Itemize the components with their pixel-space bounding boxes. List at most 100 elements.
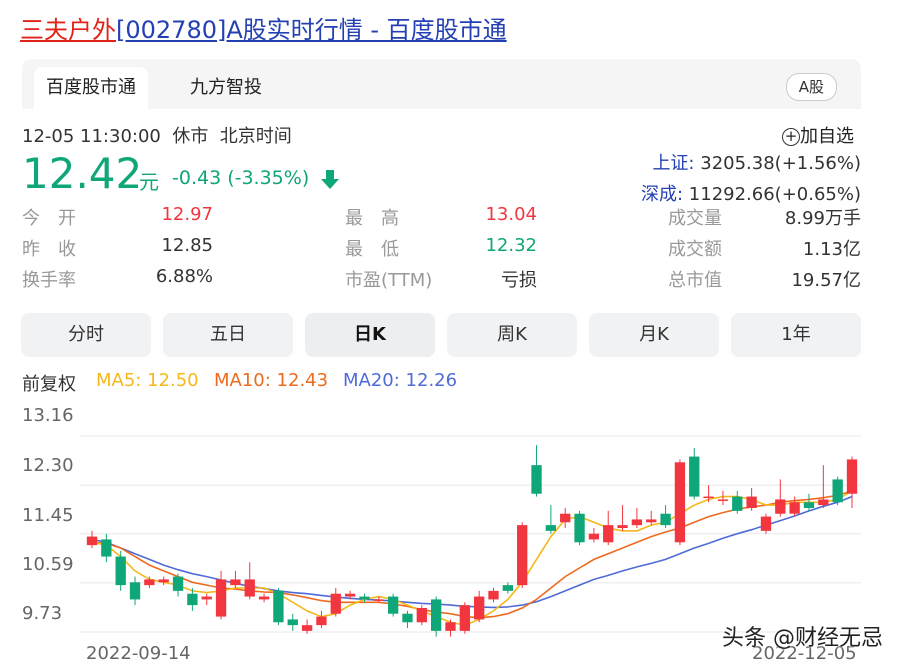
candle: [588, 528, 600, 543]
candle-body: [344, 593, 356, 597]
candle-body: [459, 605, 470, 631]
candle: [101, 533, 112, 563]
candle-body: [517, 525, 528, 586]
candle: [617, 505, 628, 531]
candle: [201, 593, 212, 606]
candle-body: [101, 539, 112, 557]
candle: [545, 505, 557, 534]
candle-body: [646, 519, 657, 523]
candle: [273, 588, 284, 626]
candle-body: [287, 619, 298, 626]
candle: [402, 610, 413, 628]
candle: [846, 456, 858, 508]
candle-body: [818, 499, 829, 506]
candle: [144, 576, 155, 588]
candle-body: [172, 576, 184, 591]
candle-body: [502, 585, 514, 591]
candle-body: [301, 625, 313, 631]
candle-body: [717, 499, 729, 501]
candle: [832, 476, 843, 506]
candle: [646, 510, 657, 526]
candle: [129, 576, 141, 606]
candle: [803, 493, 815, 511]
candle: [660, 505, 671, 528]
x-axis-start-label: 2022-09-14: [86, 643, 191, 664]
candle-body: [144, 579, 155, 586]
candle-body: [402, 613, 413, 623]
candle-body: [373, 599, 384, 601]
candle-body: [416, 608, 427, 623]
candle-body: [215, 579, 227, 617]
candle-body: [86, 536, 98, 546]
candle: [258, 593, 270, 603]
candle: [430, 596, 442, 637]
candle: [330, 588, 341, 617]
candle-body: [703, 496, 714, 499]
candle: [631, 508, 643, 528]
candle: [158, 576, 169, 586]
candle: [172, 573, 184, 597]
candle-body: [775, 499, 786, 514]
candle-body: [430, 599, 442, 631]
candle-body: [732, 496, 743, 511]
candle-body: [603, 525, 614, 543]
candle: [459, 602, 470, 634]
candle: [818, 465, 829, 508]
candlestick-chart[interactable]: [0, 0, 911, 668]
candle: [244, 562, 255, 600]
candle-body: [474, 596, 485, 620]
candle-body: [488, 590, 499, 600]
candle-body: [846, 459, 858, 494]
candle-body: [201, 596, 212, 600]
candle: [746, 488, 757, 511]
candle-body: [803, 502, 815, 508]
candle: [445, 619, 456, 637]
candle: [316, 610, 327, 628]
candle-body: [330, 593, 341, 614]
candle-body: [689, 456, 700, 497]
candle: [416, 605, 427, 626]
candle: [517, 522, 528, 588]
candle-body: [560, 513, 571, 523]
candle-body: [158, 579, 169, 583]
candle-body: [574, 513, 585, 543]
candle-body: [531, 465, 542, 494]
candle: [531, 445, 542, 497]
candle: [488, 588, 499, 603]
candle-body: [129, 582, 141, 600]
candle: [674, 459, 686, 546]
candle-body: [387, 596, 399, 614]
candle-body: [631, 519, 643, 526]
candle-body: [187, 593, 198, 606]
candle: [474, 590, 485, 623]
candle-body: [789, 502, 800, 514]
candle-body: [746, 496, 757, 508]
candle: [215, 570, 227, 620]
candle: [287, 613, 298, 631]
candle-body: [588, 533, 600, 540]
candle-body: [230, 579, 241, 586]
candle: [603, 510, 614, 546]
candle: [703, 485, 714, 503]
candle: [115, 550, 126, 591]
candle: [574, 510, 585, 546]
candle: [732, 490, 743, 514]
candle-body: [445, 622, 456, 631]
candle-body: [832, 479, 843, 503]
watermark: 头条 @财经无忌: [722, 626, 883, 651]
candle-body: [617, 525, 628, 528]
candle-body: [674, 462, 686, 543]
candle-body: [258, 596, 270, 600]
candle: [230, 570, 241, 588]
candle: [560, 508, 571, 528]
candle-body: [359, 596, 370, 600]
candle-body: [545, 525, 557, 531]
candle: [760, 513, 772, 534]
candle-body: [115, 556, 126, 586]
candle-body: [273, 590, 284, 623]
ma20-line: [91, 495, 853, 609]
candle-body: [244, 579, 255, 597]
candle-body: [760, 516, 772, 531]
ma5-line: [91, 490, 853, 626]
candle: [502, 582, 514, 594]
